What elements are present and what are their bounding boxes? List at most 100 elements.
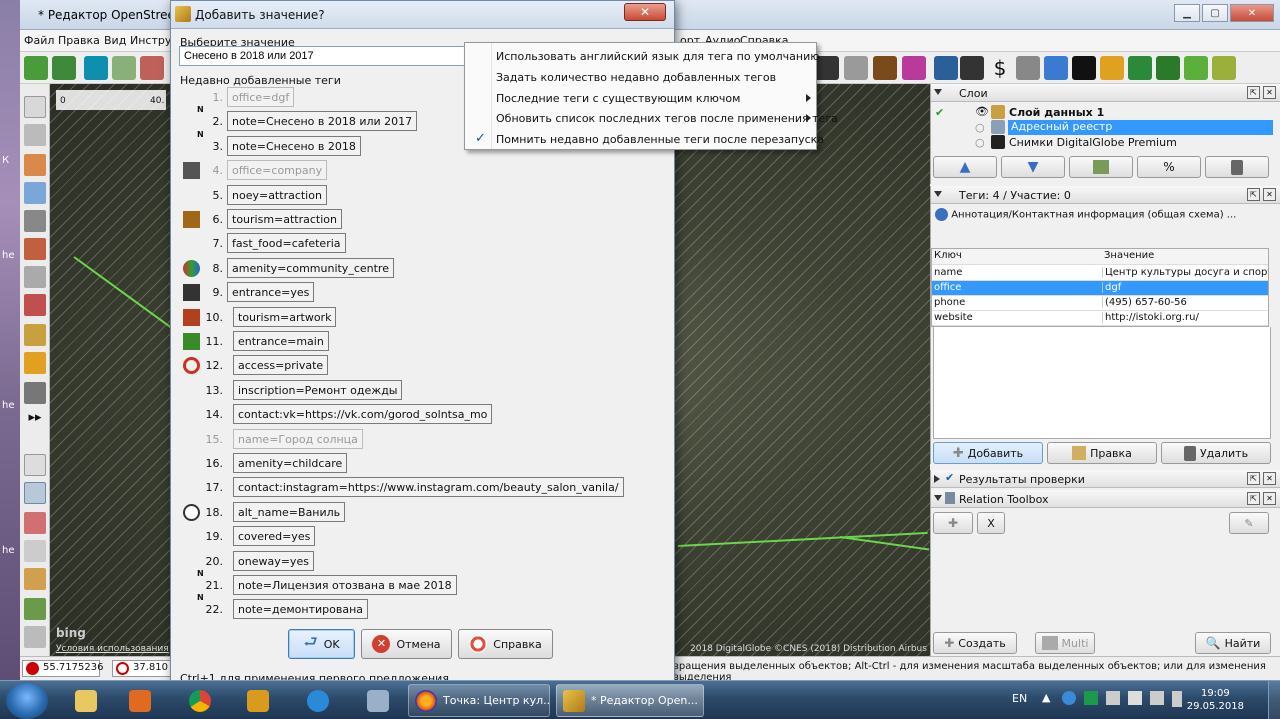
recent-tag-button[interactable]: alt_name=Ваниль (233, 501, 346, 522)
tshirt-icon[interactable] (934, 56, 958, 80)
tray-security-icon[interactable] (1084, 691, 1098, 705)
layer-row[interactable]: ○ Адресный реестр (931, 120, 1280, 135)
layer-icon[interactable] (112, 56, 136, 80)
recent-tag-button[interactable]: note=Снесено в 2018 или 2017 (227, 111, 418, 132)
validation-panel-header[interactable]: ✔ Результаты проверки ⇱ ✕ (931, 470, 1280, 488)
recent-tag-button[interactable]: noey=attraction (227, 184, 327, 205)
house-icon[interactable] (844, 56, 868, 80)
panel-close-icon[interactable]: ✕ (1263, 492, 1276, 505)
ok-button[interactable]: ⮐ OK (288, 629, 355, 659)
panel-toggle-icon[interactable] (24, 454, 46, 476)
forest-icon[interactable] (1156, 56, 1180, 80)
panel-close-icon[interactable]: ✕ (1263, 86, 1276, 99)
close-button[interactable]: ✕ (1230, 4, 1274, 22)
relation-remove-button[interactable]: X (977, 512, 1005, 534)
terms-link[interactable]: Условия использования (56, 644, 169, 654)
download-icon[interactable] (24, 56, 48, 80)
tray-expand-icon[interactable]: ▲ (1042, 691, 1050, 704)
minimize-button[interactable]: ▁ (1174, 4, 1200, 22)
table-row[interactable]: office dgf (932, 281, 1268, 296)
tags-panel-icon[interactable] (24, 482, 46, 504)
maximize-button[interactable]: ▢ (1202, 4, 1228, 22)
menu-view[interactable]: Вид (104, 34, 126, 47)
menu-item-remember-recent[interactable]: ✓ Помнить недавно добавленные теги после… (465, 129, 824, 149)
table-row[interactable]: website http://istoki.org.ru/ (932, 311, 1268, 326)
recent-tag-button[interactable]: tourism=attraction (227, 209, 343, 229)
extrude-tool-icon[interactable] (24, 324, 46, 346)
relation-add-button[interactable]: ✚ (933, 512, 973, 534)
filter-panel-icon[interactable] (24, 626, 46, 648)
taskbar-task-firefox[interactable]: Точка: Центр кул... (408, 684, 550, 717)
lasso-tool-icon[interactable] (24, 124, 46, 146)
recent-tag-button[interactable]: office=dgf (227, 87, 295, 107)
upload-icon[interactable] (52, 56, 76, 80)
merge-layer-button[interactable]: % (1137, 156, 1201, 178)
taskbar-app-icon[interactable] (354, 685, 402, 717)
show-desktop-button[interactable] (1268, 681, 1280, 719)
recent-tag-button[interactable]: note=Снесено в 2018 (227, 135, 361, 156)
recent-tag-button[interactable]: fast_food=cafeteria (227, 233, 346, 254)
recent-tag-button[interactable]: entrance=yes (227, 282, 315, 303)
panel-detach-icon[interactable]: ⇱ (1247, 86, 1260, 99)
money-icon[interactable]: $ (988, 56, 1012, 80)
recent-tag-button[interactable]: covered=yes (233, 526, 316, 547)
menu-file[interactable]: Файл (24, 34, 54, 47)
menu-tools[interactable]: Инстру (130, 34, 171, 47)
taskbar-outlook-icon[interactable] (234, 685, 282, 717)
pencil-tool-icon[interactable] (24, 352, 46, 374)
taskbar-ie-icon[interactable] (294, 685, 342, 717)
delete-tool-icon[interactable] (24, 210, 46, 232)
dialog-close-button[interactable]: ✕ (624, 3, 666, 21)
recent-tag-button[interactable]: amenity=community_centre (227, 257, 394, 278)
validation-panel-icon[interactable] (24, 598, 46, 620)
tray-usb-icon[interactable] (1106, 691, 1120, 705)
help-button[interactable]: Справка (458, 629, 553, 659)
grass-icon[interactable] (1184, 56, 1208, 80)
visibility-eye-icon[interactable]: 👁 (975, 105, 989, 118)
visibility-toggle-icon[interactable]: ○ (975, 136, 985, 149)
recent-tag-button[interactable]: inscription=Ремонт одежды (233, 379, 403, 400)
recent-tag-button[interactable]: oneway=yes (233, 550, 314, 571)
farmland-icon[interactable] (1212, 56, 1236, 80)
panel-detach-icon[interactable]: ⇱ (1247, 188, 1260, 201)
table-row[interactable]: name Центр культуры досуга и спорт... (932, 266, 1268, 281)
recent-tag-button[interactable]: entrance=main (233, 331, 329, 351)
split-tool-icon[interactable] (24, 294, 46, 316)
panel-detach-icon[interactable]: ⇱ (1247, 492, 1260, 505)
taskbar-chrome-icon[interactable] (176, 685, 224, 717)
menu-item-set-count[interactable]: Задать количество недавно добавленных те… (465, 67, 816, 87)
move-up-button[interactable]: ▲ (933, 156, 997, 178)
paperclip-icon[interactable] (1016, 56, 1040, 80)
recent-tag-button[interactable]: contact:vk=https://vk.com/gorod_solntsa_… (233, 404, 493, 425)
create-relation-button[interactable]: ✚ Создать (933, 632, 1017, 654)
menu-item-english-default[interactable]: Использовать английский язык для тега по… (465, 46, 820, 66)
tray-volume-icon[interactable] (1150, 691, 1164, 705)
preset-link[interactable]: Аннотация/Контактная информация (общая с… (935, 208, 1236, 221)
panel-close-icon[interactable]: ✕ (1263, 188, 1276, 201)
taskbar-media-icon[interactable] (116, 685, 164, 717)
tool-icon[interactable] (140, 56, 164, 80)
building-tool-icon[interactable] (24, 382, 46, 404)
recent-tag-button[interactable]: name=Город солнца (233, 428, 363, 449)
bing-icon[interactable] (84, 56, 108, 80)
delete-layer-button[interactable] (1205, 156, 1269, 178)
cancel-button[interactable]: ✕ Отмена (361, 629, 452, 659)
recent-tag-button[interactable]: note=Лицензия отозвана в мае 2018 (233, 575, 457, 595)
activate-layer-button[interactable] (1069, 156, 1133, 178)
layer-row[interactable]: ✔ 👁 Слой данных 1 (931, 105, 1280, 120)
tree-icon[interactable] (1128, 56, 1152, 80)
way-line[interactable] (839, 536, 930, 551)
recent-tag-button[interactable]: tourism=artwork (233, 306, 337, 327)
multi-button[interactable]: Multi (1035, 632, 1095, 654)
info-icon[interactable] (1044, 56, 1068, 80)
select-tool-icon[interactable] (24, 96, 46, 118)
taskbar-task-josm[interactable]: * Редактор Open... (556, 684, 704, 717)
table-row[interactable]: phone (495) 657-60-56 (932, 296, 1268, 311)
selection-panel-icon[interactable] (24, 512, 46, 534)
improve-way-tool-icon[interactable] (24, 266, 46, 288)
edit-tag-button[interactable]: Правка (1047, 442, 1157, 464)
menu-item-refresh-after-apply[interactable]: Обновить список последних тегов после пр… (465, 108, 838, 128)
recent-tag-button[interactable]: office=company (227, 160, 328, 181)
relation-panel-icon[interactable] (24, 540, 46, 562)
move-down-button[interactable]: ▼ (1001, 156, 1065, 178)
